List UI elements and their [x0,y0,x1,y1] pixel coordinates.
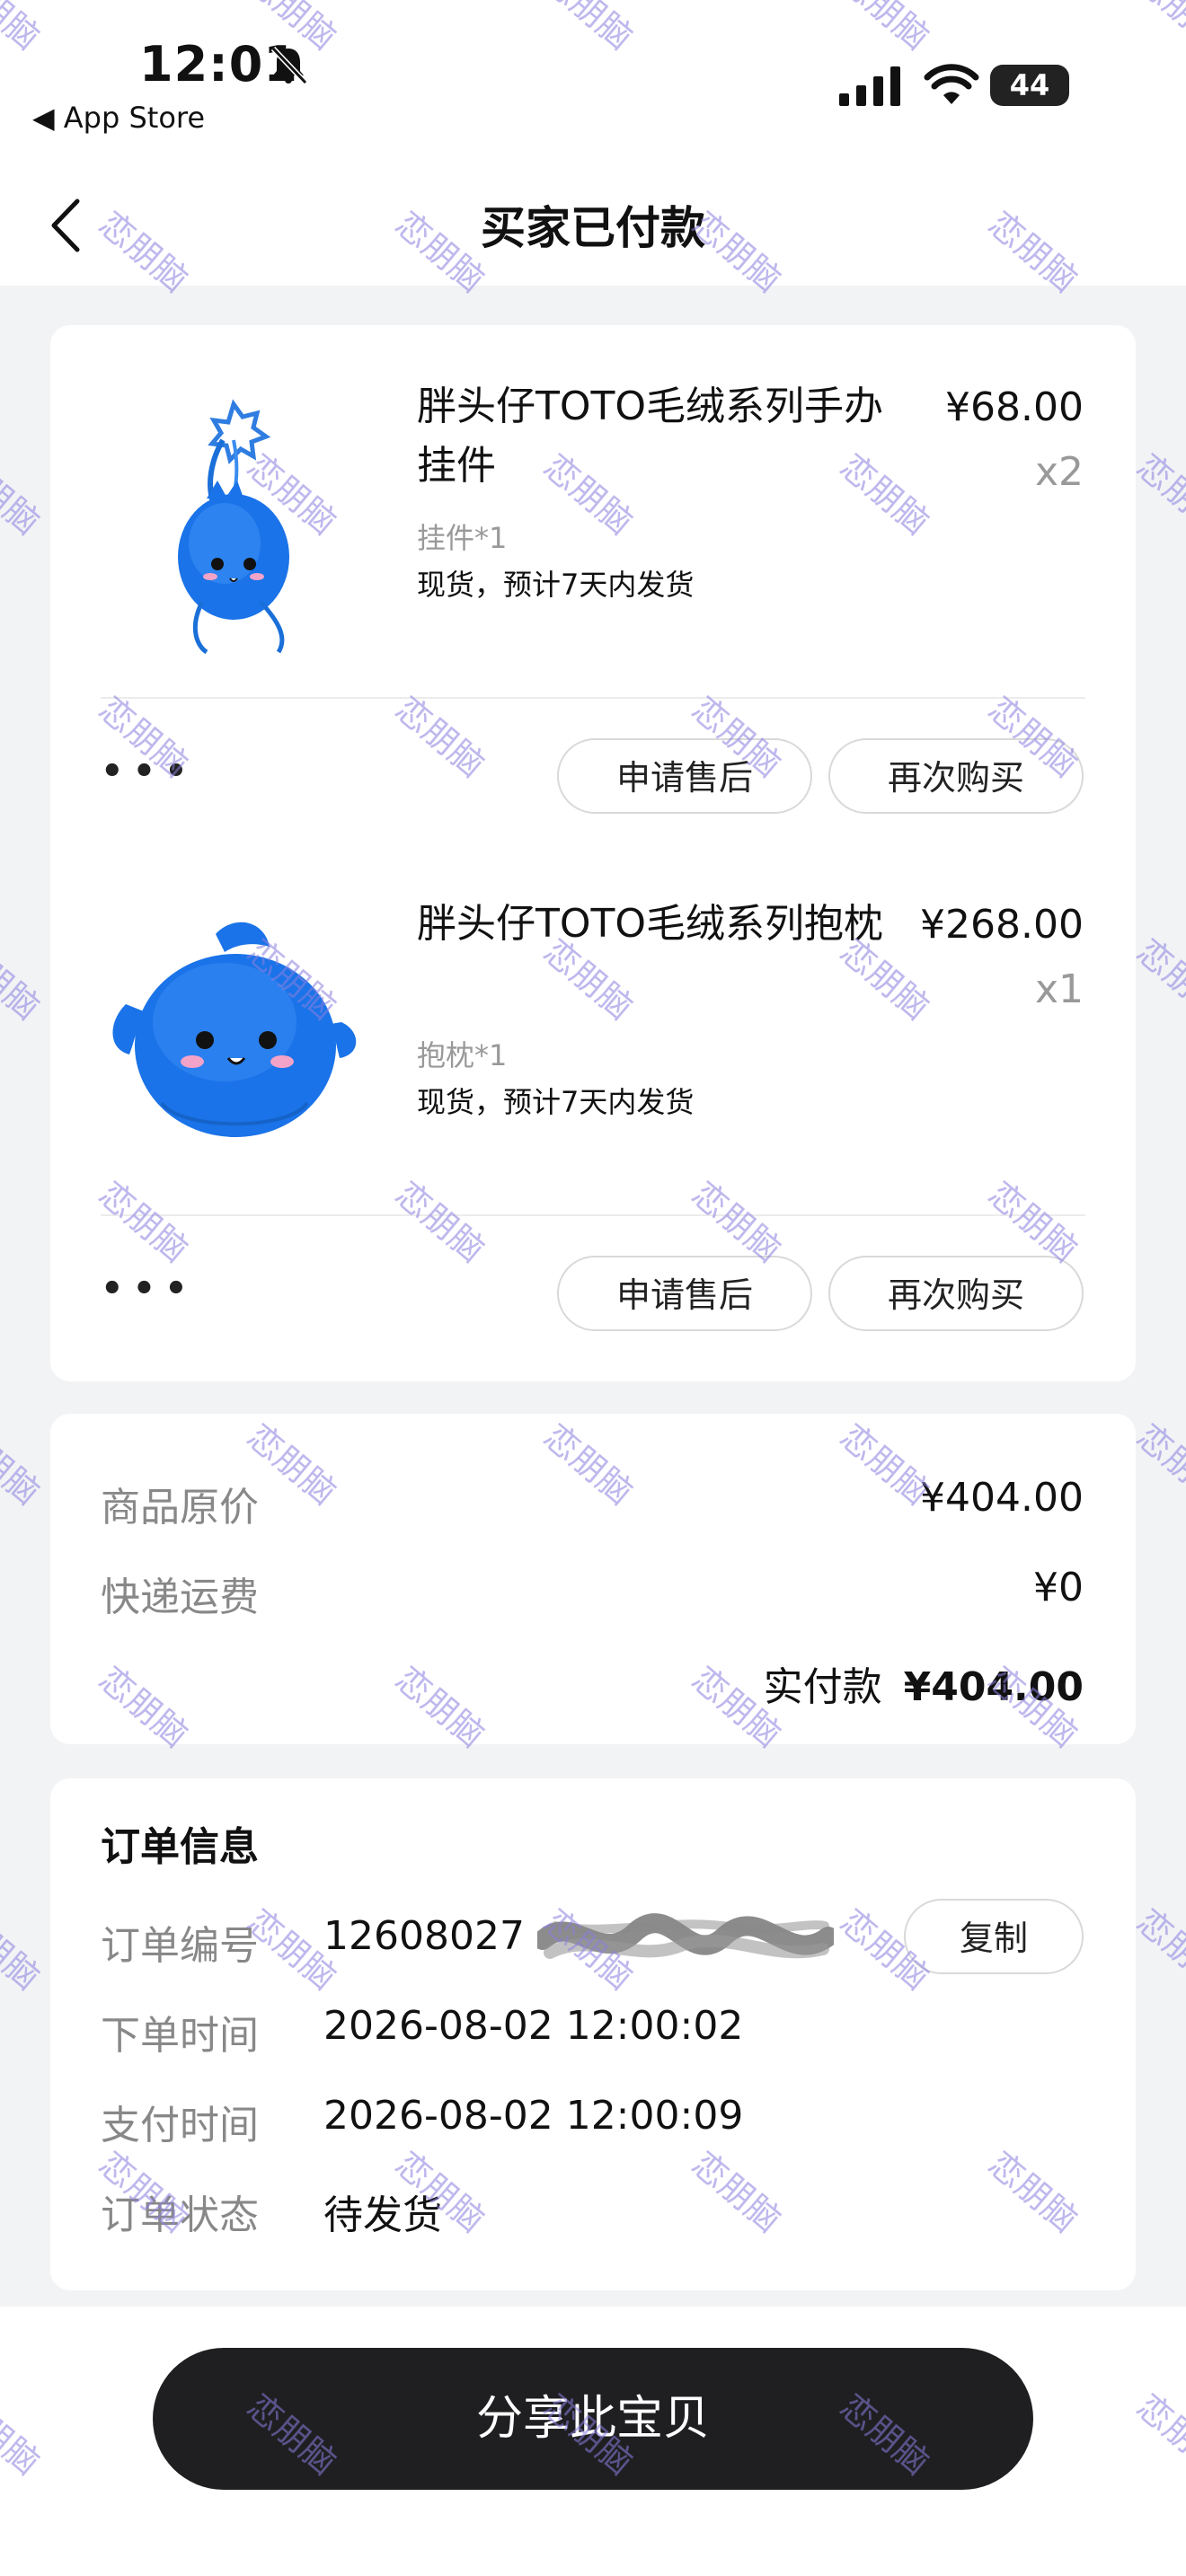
pillow-plush-image[interactable] [99,896,368,1166]
back-to-app-store-link[interactable]: ◀ App Store [32,101,205,135]
bell-slash-icon [270,46,308,85]
buy-again-button[interactable]: 再次购买 [828,1256,1084,1331]
product-shipping-note: 现货，预计7天内发货 [417,568,695,602]
watermark-text: 恋朋脑 [832,0,937,57]
share-item-button[interactable]: 分享此宝贝 [153,2348,1033,2490]
product-quantity: x1 [1034,966,1084,1012]
order-number-label: 订单编号 [101,1923,259,1969]
order-created-value: 2026-08-02 12:00:02 [323,2003,744,2049]
order-info-title: 订单信息 [101,1824,259,1870]
original-price-value: ¥404.00 [920,1475,1084,1521]
product-spec: 挂件*1 [417,521,508,555]
product-spec: 抱枕*1 [417,1038,508,1072]
payment-time-value: 2026-08-02 12:00:09 [323,2093,744,2139]
after-sale-button[interactable]: 申请售后 [557,1256,812,1331]
signal-icon [839,66,900,106]
paid-amount-value: ¥404.00 [903,1664,1084,1710]
more-options-button[interactable]: ••• [101,1268,197,1310]
order-status-value: 待发货 [323,2192,442,2238]
order-created-label: 下单时间 [101,2013,259,2059]
original-price-label: 商品原价 [101,1485,259,1531]
shipping-fee-value: ¥0 [1033,1565,1084,1610]
product-shipping-note: 现货，预计7天内发货 [417,1085,695,1119]
product-name[interactable]: 胖头仔TOTO毛绒系列抱枕 [417,895,884,954]
product-price: ¥268.00 [920,902,1084,948]
copy-order-number-button[interactable]: 复制 [904,1899,1084,1974]
more-options-button[interactable]: ••• [101,751,197,792]
buy-again-button[interactable]: 再次购买 [828,738,1084,814]
watermark-text: 恋朋脑 [535,0,641,57]
order-number-value: 12608027 [323,1913,525,1959]
after-sale-button[interactable]: 申请售后 [557,738,812,814]
product-price: ¥68.00 [945,384,1084,430]
product-quantity: x2 [1034,449,1084,495]
page-title: 买家已付款 [481,202,705,254]
divider [101,1214,1085,1216]
watermark-text: 恋朋脑 [1128,0,1186,57]
wifi-icon [924,64,979,104]
watermark-text: 恋朋脑 [0,0,48,57]
shipping-fee-label: 快递运费 [101,1575,259,1620]
order-status-label: 订单状态 [101,2192,259,2238]
paid-amount-label: 实付款 [763,1664,882,1710]
payment-time-label: 支付时间 [101,2103,259,2148]
product-name[interactable]: 胖头仔TOTO毛绒系列手办挂件 [417,377,884,496]
paid-amount-row: 实付款 ¥404.00 [764,1654,1084,1712]
keychain-plush-image[interactable] [99,386,368,656]
divider [101,697,1085,699]
redaction-scribble [537,1913,834,1959]
battery-level: 44 [1009,68,1050,102]
